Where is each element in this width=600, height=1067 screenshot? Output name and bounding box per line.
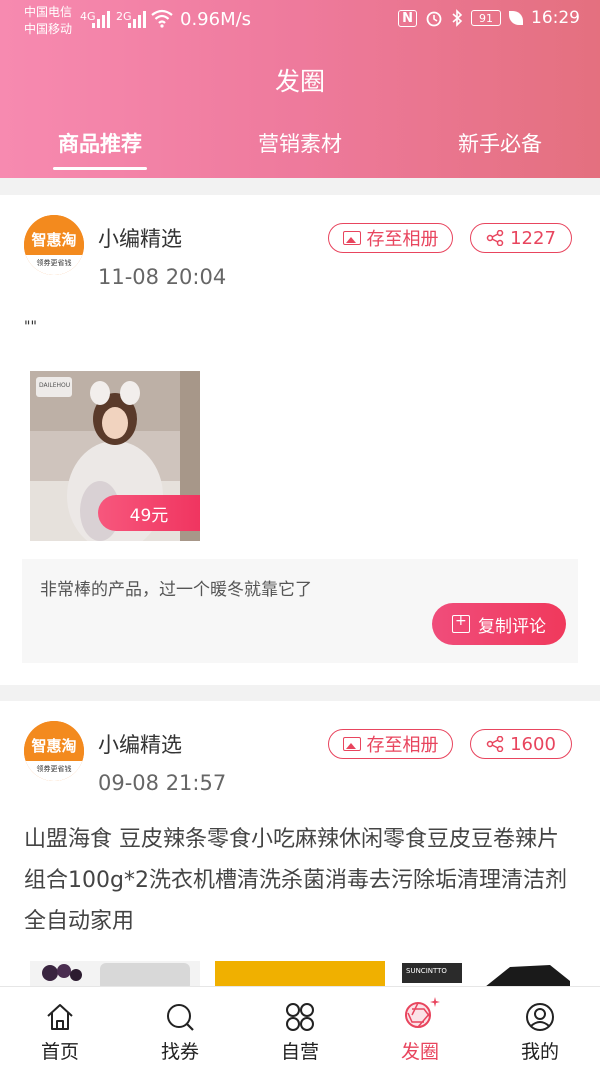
header: 中国电信 中国移动 4G 2G 0.96M/s N 91 16:29 发圈 商品… [0,0,600,178]
save-to-album-button[interactable]: 存至相册 [328,729,453,759]
battery-icon: 91 [471,10,501,26]
post-card: 智惠淘 领券更省钱 小编精选 09-08 21:57 存至相册 1600 山盟海… [0,701,600,1001]
comment-text: 非常棒的产品，过一个暖冬就靠它了 [40,580,312,600]
leaf-icon [509,11,523,25]
author-name: 小编精选 [98,733,182,757]
camera-aperture-icon [405,997,440,1028]
nav-home[interactable]: 首页 [20,987,100,1067]
product-image[interactable]: DAILEHOU 49元 [30,371,200,541]
status-right: N 91 16:29 [398,8,580,28]
save-to-album-button[interactable]: 存至相册 [328,223,453,253]
price-tag: 49元 [98,495,200,531]
post-time: 09-08 21:57 [98,771,227,795]
bottom-nav: 首页 找券 自营 发圈 我的 [0,986,600,1067]
alarm-icon [426,11,442,27]
share-button[interactable]: 1227 [470,223,572,253]
search-icon [167,1004,194,1031]
copy-comment-label: 复制评论 [478,616,546,637]
nav-mine[interactable]: 我的 [500,987,580,1067]
signal-icon [92,10,110,28]
save-to-album-label: 存至相册 [366,229,439,250]
clock: 16:29 [531,8,580,28]
image-icon [342,737,361,751]
share-count: 1600 [510,733,556,755]
avatar-brand: 智惠淘 [31,231,77,249]
signal-icon-2 [128,10,146,28]
image-brand-label: SUNCINTTO [406,967,447,975]
avatar: 智惠淘 领券更省钱 [24,721,84,781]
home-icon [47,1004,73,1030]
post-time: 11-08 20:04 [98,265,227,289]
page-title: 发圈 [274,67,325,96]
nav-share-moments[interactable]: 发圈 [380,987,460,1067]
grid-icon [286,1003,314,1031]
status-bar: 中国电信 中国移动 4G 2G 0.96M/s N 91 16:29 [0,0,600,44]
post-text: "" [24,319,37,335]
nfc-icon: N [398,9,417,27]
avatar: 智惠淘 领券更省钱 [24,215,84,275]
avatar-slogan: 领券更省钱 [36,259,72,267]
tab-product-recommend[interactable]: 商品推荐 [30,128,170,158]
copy-comment-button[interactable]: 复制评论 [432,603,566,645]
author-name: 小编精选 [98,227,182,251]
bluetooth-icon [452,9,463,27]
tab-bar: 商品推荐 营销素材 新手必备 [0,128,600,178]
save-to-album-label: 存至相册 [366,735,439,756]
share-icon [486,736,504,752]
active-tab-indicator [53,167,147,170]
avatar-brand: 智惠淘 [31,737,77,755]
nav-label: 首页 [40,1041,79,1063]
wifi-icon [151,9,173,28]
nav-label: 发圈 [400,1041,439,1063]
post-card: 智惠淘 领券更省钱 小编精选 11-08 20:04 存至相册 1227 "" [0,195,600,685]
nav-find-coupon[interactable]: 找券 [140,987,220,1067]
avatar-slogan: 领券更省钱 [36,765,72,773]
copy-icon [452,613,470,633]
image-brand-label: DAILEHOU [39,382,71,389]
nav-label: 自营 [280,1041,319,1063]
nav-label: 找券 [160,1041,199,1063]
nav-self-operated[interactable]: 自营 [260,987,340,1067]
user-icon [526,1003,554,1031]
post-text: 山盟海食 豆皮辣条零食小吃麻辣休闲零食豆皮豆卷辣片组合100g*2洗衣机槽清洗杀… [24,827,567,934]
tab-marketing-material[interactable]: 营销素材 [230,128,370,158]
nav-label: 我的 [520,1041,559,1063]
image-icon [342,231,361,245]
tab-beginner-essentials[interactable]: 新手必备 [430,128,570,158]
carrier-1: 中国电信 [24,5,73,19]
comment-box: 非常棒的产品，过一个暖冬就靠它了 复制评论 [22,559,578,663]
share-button[interactable]: 1600 [470,729,572,759]
share-icon [486,230,504,246]
network-speed: 0.96M/s [180,9,252,30]
carrier-2: 中国移动 [24,22,73,36]
share-count: 1227 [510,227,556,249]
carrier-names: 中国电信 中国移动 [24,4,72,38]
